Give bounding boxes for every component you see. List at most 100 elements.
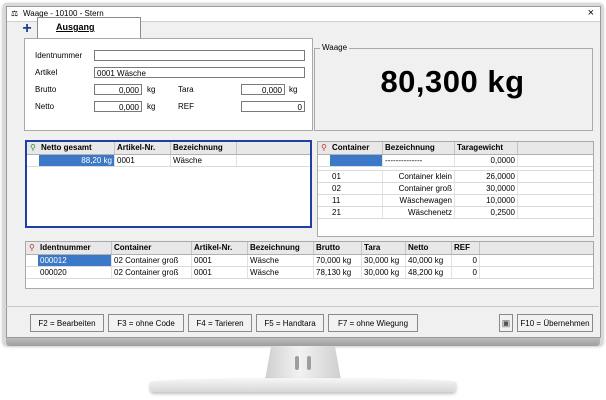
tara-cell: 30,000 kg [362,255,406,266]
netto-cell: 88,20 kg [39,155,115,166]
monitor-bezel [6,337,600,346]
artikel-cell: 0001 [115,155,171,166]
tara-cell: 30,000 kg [362,267,406,278]
close-icon[interactable]: × [588,7,594,19]
ref-label: REF [178,102,194,111]
tarieren-button[interactable]: F4 = Tarieren [188,314,252,332]
tara-cell: 0,2500 [455,207,518,218]
container-cell: 11 [330,195,383,206]
col-container[interactable]: Container [330,142,383,154]
bezeichnung-cell: -------------- [383,155,455,166]
bezeichnung-cell: Wäsche [248,255,314,266]
brutto-label: Brutto [35,85,57,94]
col-ref[interactable]: REF [452,242,480,254]
ident-label: Identnummer [35,51,83,60]
ref-cell: 0 [452,267,480,278]
tara-cell: 0,0000 [455,155,518,166]
col-taragewicht[interactable]: Taragewicht [455,142,518,154]
container-cell [330,155,383,166]
bezeichnung-cell: Container groß [383,183,455,194]
netto-unit: kg [147,102,156,111]
grid-header: ⚲ Netto gesamt Artikel-Nr. Bezeichnung [27,142,310,155]
handtara-button[interactable]: F5 = Handtara [256,314,324,332]
brutto-input[interactable]: 0,000 [94,84,142,95]
funnel-icon[interactable]: ⚲ [30,143,36,152]
container-cell: 02 [330,183,383,194]
funnel-icon[interactable]: ⚲ [321,143,327,152]
ident-cell: 000012 [38,255,112,266]
artikel-cell: 0001 [192,255,248,266]
brutto-unit: kg [147,85,156,94]
col-netto-gesamt[interactable]: Netto gesamt [39,142,115,154]
bin-icon[interactable]: ▣ [499,314,513,332]
monitor-stand-neck [265,346,341,380]
col-brutto[interactable]: Brutto [314,242,362,254]
bearbeiten-button[interactable]: F2 = Bearbeiten [30,314,104,332]
netto-cell: 48,200 kg [406,267,452,278]
tara-cell: 30,0000 [455,183,518,194]
uebernehmen-button[interactable]: F10 = Übernehmen [517,314,593,332]
ohne-wiegung-button[interactable]: F7 = ohne Wiegung [328,314,418,332]
table-row[interactable]: 000020 02 Container groß 0001 Wäsche 78,… [26,267,593,279]
artikel-cell: 0001 [192,267,248,278]
bezeichnung-cell: Wäsche [248,267,314,278]
table-row[interactable]: 01 Container klein 26,0000 [318,171,593,183]
artikel-label: Artikel [35,68,58,77]
tara-label: Tara [178,85,194,94]
col-bezeichnung[interactable]: Bezeichnung [171,142,237,154]
col-artikel-nr[interactable]: Artikel-Nr. [192,242,248,254]
container-cell: 02 Container groß [112,255,192,266]
button-bar-divider [6,306,599,307]
table-row[interactable]: 11 Wäschewagen 10,0000 [318,195,593,207]
col-tara[interactable]: Tara [362,242,406,254]
netto-input[interactable]: 0,000 [94,101,142,112]
tab-label: Ausgang [56,22,95,32]
stand-slot [307,356,311,370]
netto-summary-grid: ⚲ Netto gesamt Artikel-Nr. Bezeichnung 8… [25,140,312,228]
col-container[interactable]: Container [112,242,192,254]
col-bezeichnung[interactable]: Bezeichnung [248,242,314,254]
grid-header: ⚲ Container Bezeichnung Taragewicht [318,142,593,155]
tara-cell: 10,0000 [455,195,518,206]
tara-input[interactable]: 0,000 [241,84,285,95]
table-row[interactable]: 02 Container groß 30,0000 [318,183,593,195]
bezeichnung-cell: Wäsche [171,155,237,166]
scale-legend: Waage [320,43,350,52]
ohne-code-button[interactable]: F3 = ohne Code [108,314,184,332]
brutto-cell: 78,130 kg [314,267,362,278]
funnel-icon[interactable]: ⚲ [29,243,35,252]
netto-label: Netto [35,102,55,111]
table-row[interactable]: 000012 02 Container groß 0001 Wäsche 70,… [26,255,593,267]
add-button[interactable]: + [20,21,34,37]
ident-input[interactable] [94,50,305,61]
tara-cell: 26,0000 [455,171,518,182]
container-cell: 01 [330,171,383,182]
tara-unit: kg [289,85,298,94]
bezeichnung-cell: Wäschenetz [383,207,455,218]
entry-form: Identnummer Artikel 0001 Wäsche Brutto 0… [24,38,313,131]
col-identnummer[interactable]: Identnummer [38,242,112,254]
netto-cell: 40,000 kg [406,255,452,266]
tab-ausgang[interactable]: Ausgang [37,17,141,39]
container-grid: ⚲ Container Bezeichnung Taragewicht ----… [317,141,594,237]
weighings-grid: ⚲ Identnummer Container Artikel-Nr. Beze… [25,241,594,289]
artikel-input[interactable]: 0001 Wäsche [94,67,305,78]
col-netto[interactable]: Netto [406,242,452,254]
bezeichnung-cell: Container klein [383,171,455,182]
container-cell: 21 [330,207,383,218]
scale-weight-value: 80,300 kg [380,64,525,99]
col-artikel-nr[interactable]: Artikel-Nr. [115,142,171,154]
stand-slot [295,356,299,370]
table-row[interactable]: 88,20 kg 0001 Wäsche [27,155,310,167]
grid-header: ⚲ Identnummer Container Artikel-Nr. Beze… [26,242,593,255]
container-cell: 02 Container groß [112,267,192,278]
ref-input[interactable]: 0 [241,101,305,112]
col-bezeichnung[interactable]: Bezeichnung [383,142,455,154]
ref-cell: 0 [452,255,480,266]
brutto-cell: 70,000 kg [314,255,362,266]
monitor-stand-base [150,378,456,392]
bezeichnung-cell: Wäschewagen [383,195,455,206]
scale-icon: ⚖ [11,9,19,18]
ident-cell: 000020 [38,267,112,278]
table-row[interactable]: 21 Wäschenetz 0,2500 [318,207,593,219]
